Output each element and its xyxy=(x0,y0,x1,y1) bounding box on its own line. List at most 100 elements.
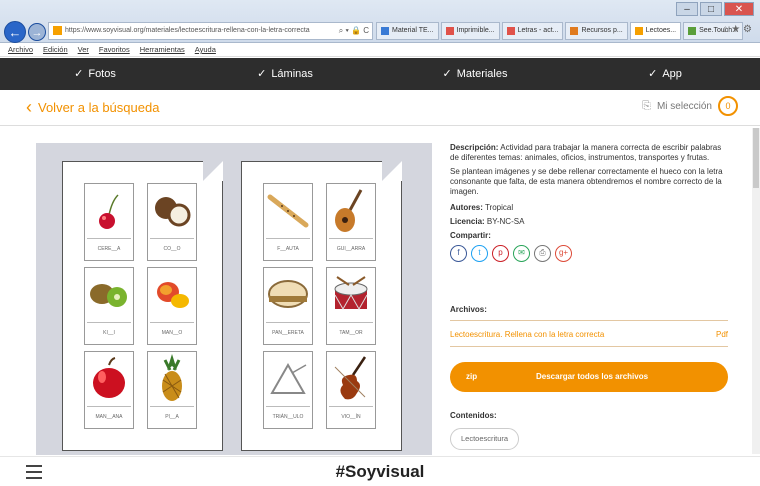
browser-tab[interactable]: Letras - act... xyxy=(501,22,564,40)
picture-card: VIO__ÍN xyxy=(326,351,376,429)
close-window-button[interactable]: ✕ xyxy=(724,2,754,16)
file-ext: Pdf xyxy=(715,330,728,339)
authors: Autores: Tropical xyxy=(450,203,514,212)
guitar-icon xyxy=(327,184,375,238)
back-label: Volver a la búsqueda xyxy=(38,99,160,115)
tab-favicon-icon xyxy=(506,27,515,35)
menu-item[interactable]: Archivo xyxy=(8,43,33,56)
site-favicon-icon xyxy=(53,26,62,35)
nav-item[interactable]: ✓ App xyxy=(570,58,760,90)
coconut-icon xyxy=(148,184,196,238)
tab-favicon-icon xyxy=(445,27,454,35)
flute-icon xyxy=(264,184,312,238)
back-arrow-icon[interactable]: ← xyxy=(4,21,26,43)
browser-tab[interactable]: Material TE... xyxy=(376,22,439,40)
back-to-search-link[interactable]: ‹ Volver a la búsqueda xyxy=(26,98,159,116)
chevron-left-icon: ‹ xyxy=(26,97,32,117)
check-icon: ✓ xyxy=(442,68,452,80)
card-grid: F__AUTA GUI__ARRA PAN__ERETA TAM__OR TRIÁN__… xyxy=(263,183,376,429)
nav-label: Materiales xyxy=(456,68,508,80)
card-word: CO__O xyxy=(150,238,194,258)
scrollbar[interactable] xyxy=(752,128,760,454)
scrollbar-thumb[interactable] xyxy=(753,128,759,188)
nav-item[interactable]: ✓ Láminas xyxy=(190,58,380,90)
kiwi-icon xyxy=(85,268,133,322)
drum-icon xyxy=(327,268,375,322)
menu-item[interactable]: Edición xyxy=(43,43,68,56)
picture-card: F__AUTA xyxy=(263,183,313,261)
site-nav: ✓ Fotos ✓ Láminas ✓ Materiales ✓ App xyxy=(0,58,760,90)
selection-label: Mi selección xyxy=(656,100,712,112)
menu-item[interactable]: Ver xyxy=(78,43,89,56)
card-word: KI__I xyxy=(87,322,131,342)
card-grid: CERE__A CO__O KI__I MAN__O MAN__ANA PI__A xyxy=(84,183,197,429)
search-refresh-icon[interactable]: ⌕ ▾ 🔒 C xyxy=(339,23,369,39)
bottom-bar: #Soyvisual xyxy=(0,456,760,486)
card-word: GUI__ARRA xyxy=(329,238,373,258)
browser-tab[interactable]: Imprimible... xyxy=(440,22,500,40)
nav-item[interactable]: ✓ Materiales xyxy=(380,58,570,90)
card-word: F__AUTA xyxy=(266,238,310,258)
pineapple-icon xyxy=(148,352,196,406)
card-word: TAM__OR xyxy=(329,322,373,342)
maximize-button[interactable]: □ xyxy=(700,2,722,16)
share-buttons: f t p ✉ ⎙ g+ xyxy=(450,245,730,262)
card-word: TRIÁN__ULO xyxy=(266,406,310,426)
card-word: PAN__ERETA xyxy=(266,322,310,342)
check-icon: ✓ xyxy=(74,68,84,80)
menu-item[interactable]: Ayuda xyxy=(195,43,216,56)
picture-card: TAM__OR xyxy=(326,267,376,345)
divider xyxy=(450,320,728,321)
menu-item[interactable]: Favoritos xyxy=(99,43,130,56)
cherry-icon xyxy=(85,184,133,238)
card-word: PI__A xyxy=(150,406,194,426)
picture-card: TRIÁN__ULO xyxy=(263,351,313,429)
files-title: Archivos: xyxy=(450,305,487,314)
description-2: Se plantean imágenes y se debe rellenar … xyxy=(450,167,723,196)
browser-tabs: Material TE... Imprimible... Letras - act.… xyxy=(376,22,744,40)
menu-item[interactable]: Herramientas xyxy=(140,43,185,56)
download-all-button[interactable]: zip Descargar todos los archivos xyxy=(450,362,728,392)
googleplus-icon[interactable]: g+ xyxy=(555,245,572,262)
card-word: CERE__A xyxy=(87,238,131,258)
material-details: Descripción: Actividad para trabajar la … xyxy=(450,143,730,262)
twitter-icon[interactable]: t xyxy=(471,245,488,262)
license: Licencia: BY-NC-SA xyxy=(450,217,525,226)
page-fold xyxy=(382,161,402,181)
material-preview[interactable]: CERE__A CO__O KI__I MAN__O MAN__ANA PI__A F__… xyxy=(36,143,432,455)
nav-label: App xyxy=(662,68,682,80)
share-label: Compartir: xyxy=(450,231,491,240)
address-bar[interactable]: https://www.soyvisual.org/materiales/lec… xyxy=(48,22,373,40)
email-icon[interactable]: ✉ xyxy=(513,245,530,262)
forward-arrow-icon[interactable]: → xyxy=(28,23,46,41)
nav-item[interactable]: ✓ Fotos xyxy=(0,58,190,90)
print-icon[interactable]: ⎙ xyxy=(534,245,551,262)
facebook-icon[interactable]: f xyxy=(450,245,467,262)
picture-card: PAN__ERETA xyxy=(263,267,313,345)
browser-tab[interactable]: Lectoes... xyxy=(629,22,682,40)
triangle-icon xyxy=(264,352,312,406)
clip-icon: ⎘ xyxy=(642,99,651,112)
home-star-gear-icon[interactable]: ⌂ ★ ⚙ xyxy=(722,24,752,35)
apple-icon xyxy=(85,352,133,406)
tab-favicon-icon xyxy=(381,27,389,35)
authors-link[interactable]: Tropical xyxy=(485,203,513,212)
my-selection-button[interactable]: ⎘ Mi selección 0 xyxy=(642,96,738,116)
description: Descripción: Actividad para trabajar la … xyxy=(450,143,722,162)
menu-bar: Archivo Edición Ver Favoritos Herramientas Ay… xyxy=(0,43,760,57)
file-link[interactable]: Lectoescritura. Rellena con la letra cor… xyxy=(450,330,728,339)
selection-count: 0 xyxy=(718,96,738,116)
card-word: MAN__O xyxy=(150,322,194,342)
picture-card: MAN__O xyxy=(147,267,197,345)
picture-card: CERE__A xyxy=(84,183,134,261)
worksheet-page-2: F__AUTA GUI__ARRA PAN__ERETA TAM__OR TRIÁN__… xyxy=(241,161,402,451)
minimize-button[interactable]: – xyxy=(676,2,698,16)
content-tag[interactable]: Lectoescritura xyxy=(450,428,520,450)
tab-favicon-icon xyxy=(688,27,697,35)
divider xyxy=(450,346,728,347)
browser-tab[interactable]: Recursos p... xyxy=(565,22,628,40)
pinterest-icon[interactable]: p xyxy=(492,245,509,262)
picture-card: CO__O xyxy=(147,183,197,261)
check-icon: ✓ xyxy=(648,68,658,80)
violin-icon xyxy=(327,352,375,406)
